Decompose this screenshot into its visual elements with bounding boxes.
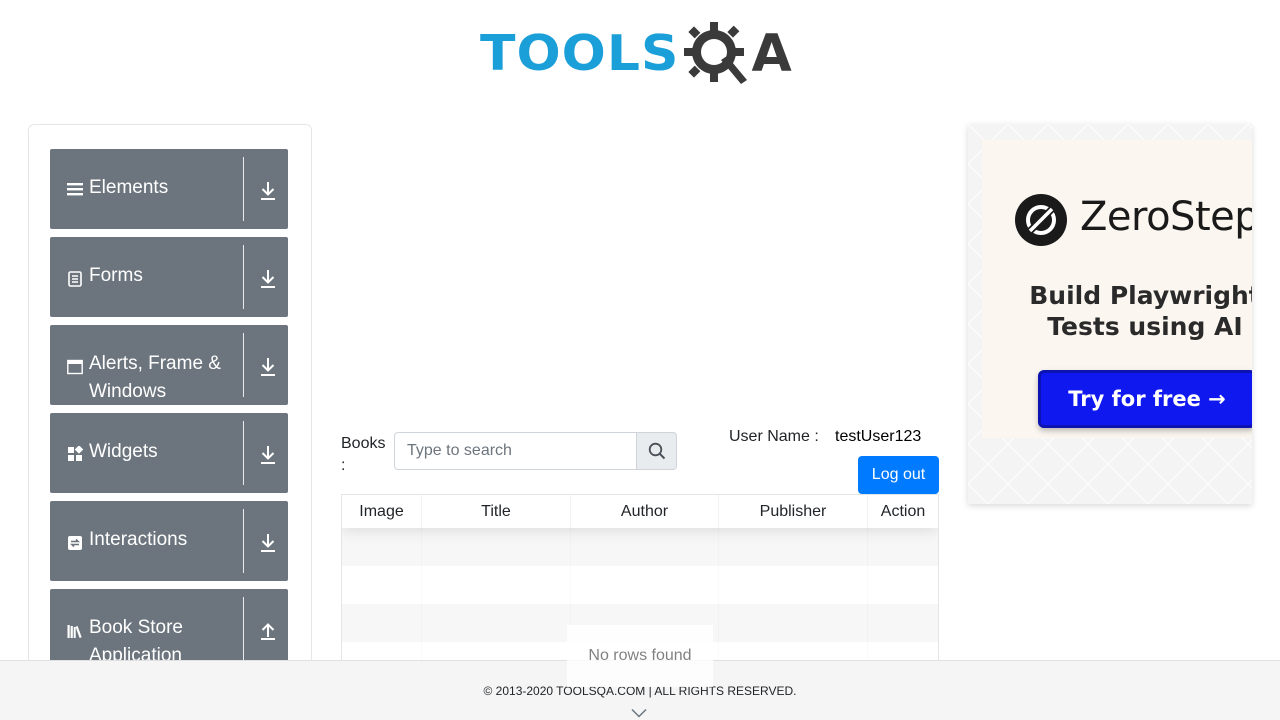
column-header-image[interactable]: Image bbox=[342, 495, 422, 528]
interactions-icon bbox=[68, 536, 82, 550]
form-doc-icon bbox=[68, 271, 82, 287]
sidebar-group-elements[interactable]: Elements bbox=[50, 149, 288, 229]
logout-button[interactable]: Log out bbox=[858, 456, 939, 494]
download-arrow-icon[interactable] bbox=[259, 533, 277, 553]
sidebar-group-book-store[interactable]: Book Store Application bbox=[50, 589, 288, 669]
ad-cta-button[interactable]: Try for free → bbox=[1038, 370, 1252, 428]
chevron-down-icon[interactable] bbox=[631, 708, 647, 718]
sidebar-group-widgets[interactable]: Widgets bbox=[50, 413, 288, 493]
sidebar-group-label: Forms bbox=[89, 265, 143, 286]
advertisement[interactable]: ZeroStep Build Playwright Tests using AI… bbox=[968, 124, 1252, 504]
divider bbox=[243, 157, 244, 221]
divider bbox=[243, 333, 244, 397]
sidebar: Elements Forms Alerts, Frame & Windows W… bbox=[28, 124, 312, 684]
sidebar-group-interactions[interactable]: Interactions bbox=[50, 501, 288, 581]
user-name-label: User Name : bbox=[729, 428, 819, 445]
sidebar-group-label: Alerts, Frame & Windows bbox=[89, 353, 221, 402]
download-arrow-icon[interactable] bbox=[259, 181, 277, 201]
column-header-title[interactable]: Title bbox=[422, 495, 571, 528]
gear-q-icon bbox=[684, 22, 748, 84]
sidebar-group-alerts[interactable]: Alerts, Frame & Windows bbox=[50, 325, 288, 405]
download-arrow-icon[interactable] bbox=[259, 357, 277, 377]
search-button[interactable] bbox=[636, 432, 677, 470]
logo-qa-text: A bbox=[751, 24, 792, 84]
column-header-action[interactable]: Action bbox=[868, 495, 938, 528]
download-arrow-icon[interactable] bbox=[259, 445, 277, 465]
zerostep-logo-icon bbox=[1015, 194, 1067, 246]
no-rows-message: No rows found bbox=[567, 625, 713, 687]
sidebar-group-label: Interactions bbox=[89, 529, 188, 550]
toolsqa-logo[interactable]: TOOLS A bbox=[480, 14, 806, 94]
ad-card: ZeroStep Build Playwright Tests using AI… bbox=[982, 140, 1252, 438]
search-icon bbox=[648, 442, 665, 460]
ad-brand-name: ZeroStep bbox=[1080, 194, 1252, 240]
ad-headline: Build Playwright Tests using AI bbox=[1029, 281, 1252, 341]
column-header-author[interactable]: Author bbox=[571, 495, 719, 528]
sidebar-group-label: Widgets bbox=[89, 441, 158, 462]
sidebar-group-forms[interactable]: Forms bbox=[50, 237, 288, 317]
divider bbox=[243, 421, 244, 485]
divider bbox=[243, 597, 244, 661]
table-row bbox=[342, 566, 938, 604]
site-header: TOOLS A bbox=[0, 0, 1280, 100]
download-arrow-icon[interactable] bbox=[259, 269, 277, 289]
table-row bbox=[342, 528, 938, 566]
search-input[interactable] bbox=[394, 432, 636, 470]
sidebar-group-label: Elements bbox=[89, 177, 169, 198]
upload-arrow-icon[interactable] bbox=[259, 621, 277, 641]
books-label: Books : bbox=[341, 435, 386, 474]
hamburger-icon bbox=[67, 183, 83, 196]
user-name-value: testUser123 bbox=[835, 428, 922, 445]
table-header: Image Title Author Publisher Action bbox=[342, 495, 938, 528]
window-icon bbox=[67, 359, 83, 375]
bookshelf-icon bbox=[67, 625, 82, 639]
divider bbox=[243, 245, 244, 309]
widgets-icon bbox=[68, 446, 83, 461]
divider bbox=[243, 509, 244, 573]
search-box bbox=[394, 432, 677, 470]
logo-tools-text: TOOLS bbox=[480, 25, 680, 83]
column-header-publisher[interactable]: Publisher bbox=[719, 495, 868, 528]
